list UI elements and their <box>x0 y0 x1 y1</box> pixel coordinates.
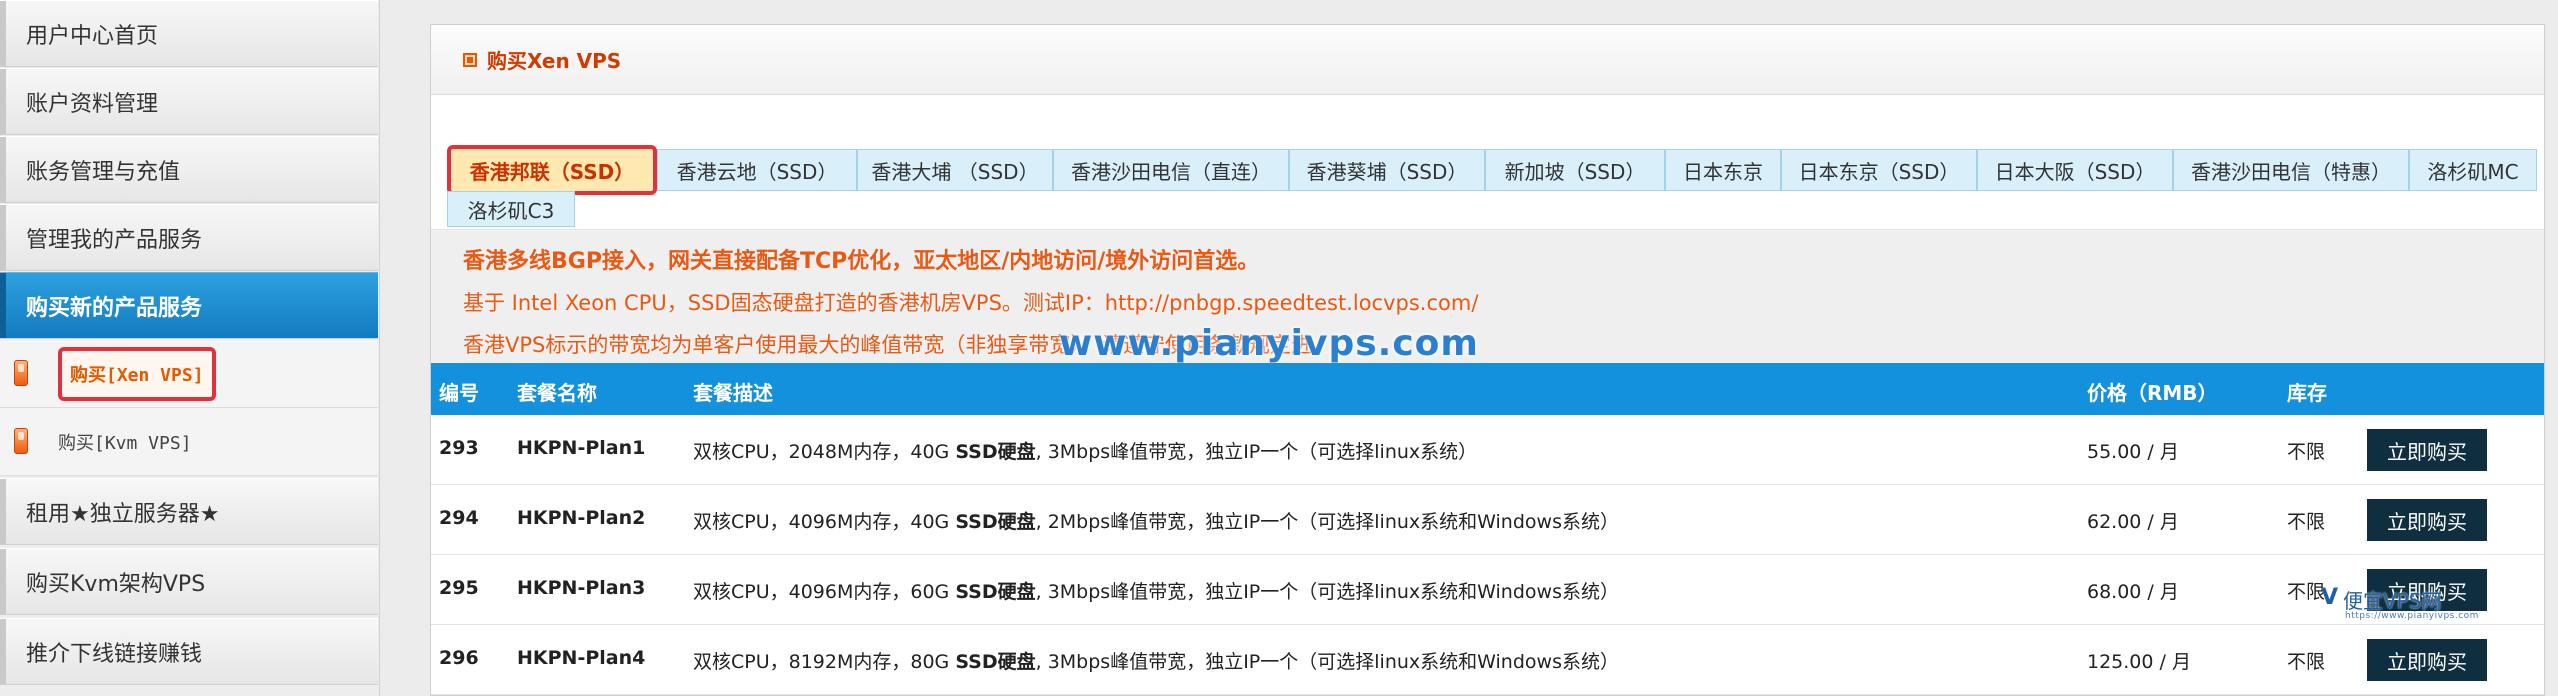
site-watermark: www.pianyivps.com <box>1059 323 1479 364</box>
tab-label: 香港葵埔（SSD） <box>1306 159 1468 184</box>
tab-hk-banglian-ssd[interactable]: 香港邦联（SSD） <box>447 145 657 195</box>
plan-stock: 不限 <box>2287 581 2326 603</box>
panel-title-icon <box>463 52 477 67</box>
tab-label: 日本大阪（SSD） <box>1994 159 2156 184</box>
sidebar-item-my-services[interactable]: 管理我的产品服务 <box>0 204 378 271</box>
tab-label: 香港沙田电信（直连） <box>1071 159 1271 184</box>
tab-la-c3[interactable]: 洛杉矶C3 <box>447 191 575 227</box>
plan-intro: 香港多线BGP接入，网关直接配备TCP优化，亚太地区/内地访问/境外访问首选。 … <box>431 231 2544 364</box>
sidebar-item-dedicated-server[interactable]: 租用★独立服务器★ <box>0 478 378 545</box>
sidebar-subitem-buy-kvm-vps[interactable]: 购买[Kvm VPS] <box>0 408 378 476</box>
bullet-icon <box>14 360 28 386</box>
tab-label: 洛杉矶MC <box>2427 159 2519 184</box>
sidebar-item-label: 购买新的产品服务 <box>26 295 203 321</box>
plan-name: HKPN-Plan3 <box>517 577 646 599</box>
sidebar-item-label: 租用★独立服务器★ <box>26 501 220 527</box>
site-logo-watermark: V 便宜VPS网 https://www.pianyivps.com <box>2321 585 2478 625</box>
tab-label: 香港沙田电信（特惠） <box>2191 159 2391 184</box>
bullet-icon <box>14 428 28 454</box>
plan-stock: 不限 <box>2287 651 2326 673</box>
table-row: 293 HKPN-Plan1 双核CPU，2048M内存，40G SSD硬盘, … <box>431 415 2544 485</box>
region-tabs: 香港邦联（SSD） 香港云地（SSD） 香港大埔 （SSD） 香港沙田电信（直连… <box>431 95 2544 230</box>
tab-label: 日本东京 <box>1683 159 1763 184</box>
tab-hk-taipo-ssd[interactable]: 香港大埔 （SSD） <box>857 149 1053 191</box>
sidebar-item-referral[interactable]: 推介下线链接赚钱 <box>0 618 378 685</box>
tab-label: 洛杉矶C3 <box>467 198 555 223</box>
plan-name: HKPN-Plan4 <box>517 647 646 669</box>
buy-now-button[interactable]: 立即购买 <box>2367 639 2487 681</box>
table-header: 编号 套餐名称 套餐描述 价格（RMB） 库存 <box>431 363 2544 415</box>
sidebar-item-buy-kvm[interactable]: 购买Kvm架构VPS <box>0 548 378 615</box>
plan-desc: 双核CPU，4096M内存，40G SSD硬盘, 2Mbps峰值带宽，独立IP一… <box>693 511 1619 533</box>
sidebar-item-buy-new-services[interactable]: 购买新的产品服务 <box>0 272 378 339</box>
panel-header: 购买Xen VPS <box>431 25 2544 95</box>
plan-price: 68.00 / 月 <box>2087 581 2179 603</box>
plan-price: 62.00 / 月 <box>2087 511 2179 533</box>
plan-desc: 双核CPU，4096M内存，60G SSD硬盘, 3Mbps峰值带宽，独立IP一… <box>693 581 1619 603</box>
tab-label: 香港大埔 （SSD） <box>871 159 1039 184</box>
tab-hk-yundi-ssd[interactable]: 香港云地（SSD） <box>657 149 857 191</box>
sidebar-item-label: 购买Kvm架构VPS <box>26 571 206 597</box>
tab-la-mc[interactable]: 洛杉矶MC <box>2409 149 2537 191</box>
plan-id: 294 <box>439 507 479 529</box>
tab-label: 香港云地（SSD） <box>676 159 838 184</box>
logo-text: 便宜VPS网 <box>2343 589 2442 613</box>
tab-hk-shatin-direct[interactable]: 香港沙田电信（直连） <box>1053 149 1289 191</box>
plan-desc: 双核CPU，8192M内存，80G SSD硬盘, 3Mbps峰值带宽，独立IP一… <box>693 651 1619 673</box>
sidebar-item-label: 账户资料管理 <box>26 91 159 117</box>
v-logo-icon: V <box>2321 585 2339 610</box>
tab-label: 香港邦联（SSD） <box>469 159 635 184</box>
buy-now-button[interactable]: 立即购买 <box>2367 499 2487 541</box>
tab-singapore-ssd[interactable]: 新加坡（SSD） <box>1485 149 1665 191</box>
sidebar-item-label: 账务管理与充值 <box>26 159 181 185</box>
tab-label: 新加坡（SSD） <box>1504 159 1646 184</box>
intro-line-network: 香港多线BGP接入，网关直接配备TCP优化，亚太地区/内地访问/境外访问首选。 <box>463 249 1260 274</box>
sidebar-item-label: 管理我的产品服务 <box>26 227 203 253</box>
buy-now-button[interactable]: 立即购买 <box>2367 429 2487 471</box>
plan-stock: 不限 <box>2287 441 2326 463</box>
header-name: 套餐名称 <box>517 381 597 405</box>
sidebar-item-home[interactable]: 用户中心首页 <box>0 0 378 67</box>
logo-url: https://www.pianyivps.com <box>2345 611 2479 621</box>
tab-japan-tokyo-ssd[interactable]: 日本东京（SSD） <box>1781 149 1977 191</box>
plan-id: 296 <box>439 647 479 669</box>
tab-label: 日本东京（SSD） <box>1798 159 1960 184</box>
plan-desc: 双核CPU，2048M内存，40G SSD硬盘, 3Mbps峰值带宽，独立IP一… <box>693 441 1478 463</box>
table-row: 296 HKPN-Plan4 双核CPU，8192M内存，80G SSD硬盘, … <box>431 625 2544 695</box>
plan-name: HKPN-Plan1 <box>517 437 646 459</box>
sidebar-subitem-buy-xen-vps[interactable]: 购买[Xen VPS] <box>0 340 378 408</box>
plan-id: 295 <box>439 577 479 599</box>
tab-hk-shatin-special[interactable]: 香港沙田电信（特惠） <box>2173 149 2409 191</box>
table-row: 294 HKPN-Plan2 双核CPU，4096M内存，40G SSD硬盘, … <box>431 485 2544 555</box>
plan-id: 293 <box>439 437 479 459</box>
sidebar-item-billing[interactable]: 账务管理与充值 <box>0 136 378 203</box>
header-desc: 套餐描述 <box>693 381 773 405</box>
header-id: 编号 <box>439 381 479 405</box>
tab-hk-kwaichung-ssd[interactable]: 香港葵埔（SSD） <box>1289 149 1485 191</box>
sidebar-subitem-label: 购买[Xen VPS] <box>58 346 216 401</box>
sidebar-item-label: 用户中心首页 <box>26 23 159 49</box>
sidebar-item-label: 推介下线链接赚钱 <box>26 641 203 667</box>
sidebar-subitem-label: 购买[Kvm VPS] <box>58 432 192 454</box>
intro-line-hardware: 基于 Intel Xeon CPU，SSD固态硬盘打造的香港机房VPS。测试IP… <box>463 291 1479 315</box>
table-row: 295 HKPN-Plan3 双核CPU，4096M内存，60G SSD硬盘, … <box>431 555 2544 625</box>
header-price: 价格（RMB） <box>2087 381 2218 405</box>
plan-name: HKPN-Plan2 <box>517 507 646 529</box>
header-stock: 库存 <box>2287 381 2327 405</box>
sidebar: 用户中心首页 账户资料管理 账务管理与充值 管理我的产品服务 购买新的产品服务 … <box>0 0 380 696</box>
plan-price: 55.00 / 月 <box>2087 441 2179 463</box>
sidebar-item-account-profile[interactable]: 账户资料管理 <box>0 68 378 135</box>
page-title: 购买Xen VPS <box>487 49 622 73</box>
tab-japan-tokyo[interactable]: 日本东京 <box>1665 149 1781 191</box>
tab-japan-osaka-ssd[interactable]: 日本大阪（SSD） <box>1977 149 2173 191</box>
plan-stock: 不限 <box>2287 511 2326 533</box>
main-panel: 购买Xen VPS 香港邦联（SSD） 香港云地（SSD） 香港大埔 （SSD）… <box>430 24 2545 696</box>
plan-price: 125.00 / 月 <box>2087 651 2191 673</box>
